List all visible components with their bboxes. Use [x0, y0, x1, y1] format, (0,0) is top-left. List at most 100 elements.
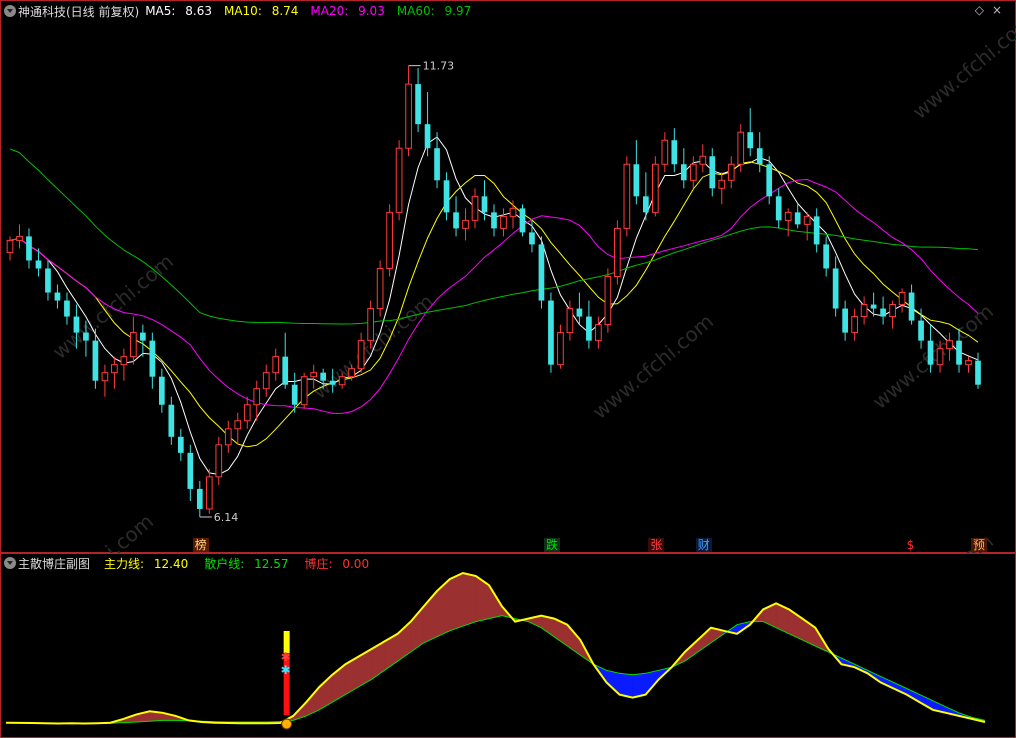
- candle-body: [215, 444, 223, 478]
- candle-body: [35, 260, 42, 269]
- candle-body: [519, 208, 526, 233]
- indicator-chart[interactable]: ✱✱: [0, 553, 1016, 738]
- chart-title: 神通科技(日线 前复权): [18, 4, 140, 19]
- candle-body: [348, 368, 355, 378]
- candle-body: [908, 292, 915, 321]
- candle-body: [329, 380, 336, 385]
- candle-body: [376, 267, 384, 310]
- candle-body: [443, 180, 450, 213]
- close-icon[interactable]: ×: [992, 3, 1010, 17]
- candle-body: [633, 164, 640, 197]
- candle-body: [718, 179, 726, 189]
- candle-body: [64, 300, 70, 317]
- candle-body: [538, 244, 545, 301]
- signal-badge[interactable]: 跌: [543, 538, 560, 552]
- candle-body: [243, 404, 251, 422]
- retail-line-label: 散户线: 12.57: [204, 556, 289, 571]
- candle-body: [880, 308, 886, 317]
- candle-body: [434, 148, 440, 181]
- candle-body: [262, 372, 270, 390]
- candle-body: [699, 155, 707, 165]
- candle-body: [651, 163, 659, 213]
- candle-body: [756, 148, 763, 165]
- signal-badge[interactable]: 榜: [192, 538, 209, 552]
- candle-body: [918, 320, 924, 341]
- candle-body: [386, 211, 393, 269]
- signal-badge[interactable]: $: [904, 538, 917, 552]
- candle-body: [927, 340, 934, 365]
- candle-body: [272, 356, 280, 374]
- stock-chart-window: www.cfchi.com www.cfchi.com www.cfchi.com w…: [0, 0, 1016, 738]
- candle-body: [794, 212, 801, 225]
- ma5-label: MA5: 8.63: [145, 4, 212, 18]
- signal-badge[interactable]: 预: [971, 538, 988, 552]
- candle-body: [671, 140, 678, 165]
- sub-chart-title: 主散博庄副图: [18, 556, 91, 571]
- candle-body: [813, 216, 820, 245]
- candle-body: [158, 376, 165, 405]
- candle-body: [224, 428, 232, 446]
- candle-body: [747, 132, 754, 149]
- fill-band: [632, 673, 646, 698]
- bozhuang-label: 博庄: 0.00: [304, 556, 370, 571]
- candle-body: [338, 376, 346, 386]
- candle-body: [595, 324, 602, 342]
- candle-body: [832, 268, 839, 309]
- signal-badge[interactable]: 财: [695, 538, 712, 552]
- candle-body: [101, 372, 109, 382]
- candle-body: [642, 196, 649, 213]
- candle-body: [509, 207, 517, 217]
- candle-body: [860, 304, 868, 318]
- candle-body: [889, 304, 896, 318]
- candle-body: [604, 275, 612, 326]
- candlestick-chart[interactable]: www.cfchi.com www.cfchi.com www.cfchi.com w…: [0, 0, 1016, 553]
- signal-badge[interactable]: 张: [648, 538, 665, 552]
- fill-band: [619, 673, 633, 698]
- candle-body: [623, 163, 631, 229]
- candle-body: [462, 219, 469, 229]
- candle-body: [415, 84, 421, 125]
- chevron-down-icon[interactable]: [4, 557, 16, 569]
- candle-body: [737, 131, 745, 165]
- low-price-label: 6.14: [214, 511, 239, 524]
- main-force-line: [5, 571, 986, 725]
- watermark-text: www.cfchi.com: [908, 9, 1016, 124]
- candle-body: [803, 215, 811, 225]
- candle-body: [529, 232, 535, 245]
- candle-body: [310, 372, 318, 378]
- window-controls: ◇×: [975, 3, 1010, 17]
- chevron-down-icon[interactable]: [4, 5, 16, 17]
- candle-body: [870, 304, 877, 309]
- candle-body: [168, 404, 175, 437]
- candle-body: [357, 340, 365, 370]
- high-price-label: 11.73: [423, 60, 455, 73]
- candle-body: [576, 308, 583, 317]
- candle-body: [851, 316, 858, 334]
- candle-body: [500, 215, 507, 229]
- candle-body: [956, 340, 962, 365]
- candle-body: [823, 244, 830, 269]
- candle-body: [471, 195, 479, 221]
- fill-band: [606, 669, 620, 696]
- candle-body: [842, 308, 848, 333]
- candle-body: [661, 139, 669, 165]
- candle-body: [614, 227, 621, 277]
- candle-body: [709, 156, 716, 189]
- candle-body: [557, 332, 564, 366]
- candle-body: [177, 436, 184, 453]
- candle-body: [946, 340, 953, 350]
- candle-body: [45, 268, 51, 293]
- candle-body: [73, 316, 80, 333]
- candle-body: [140, 332, 146, 341]
- candle-body: [111, 364, 118, 374]
- fill-band: [436, 578, 451, 638]
- candle-body: [187, 452, 194, 489]
- candle-body: [898, 292, 906, 306]
- candle-body: [727, 163, 735, 181]
- ma20-label: MA20: 9.03: [310, 4, 385, 18]
- diamond-icon[interactable]: ◇: [975, 3, 992, 17]
- watermark-text: www.cfchi.com: [588, 309, 718, 424]
- candle-body: [775, 196, 782, 221]
- candle-body: [205, 476, 213, 510]
- candle-body: [566, 308, 574, 334]
